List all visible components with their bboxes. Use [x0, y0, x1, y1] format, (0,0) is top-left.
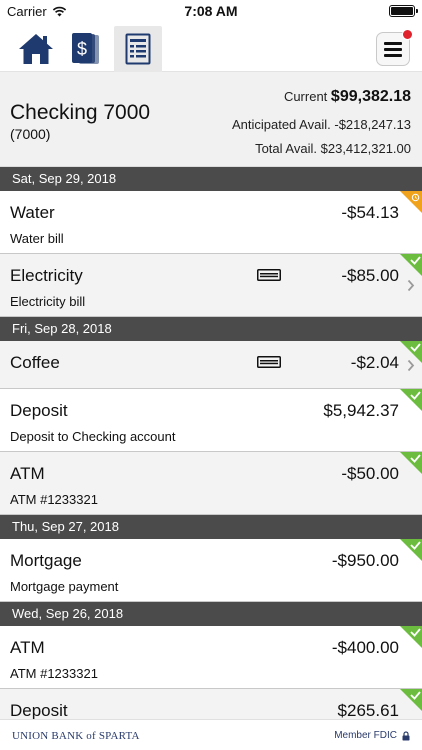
tab-money[interactable]: $: [62, 26, 110, 72]
account-name: Checking 7000: [10, 101, 151, 124]
status-time: 7:08 AM: [184, 3, 238, 19]
date-header: Wed, Sep 26, 2018: [0, 602, 422, 626]
transaction-amount: $265.61: [337, 701, 399, 719]
battery-icon: [389, 5, 418, 17]
account-summary: Checking 7000 (7000) Current $99,382.18 …: [0, 72, 422, 167]
transaction-row[interactable]: Mortgage -$950.00 Mortgage payment: [0, 539, 422, 602]
transaction-name: Coffee: [10, 353, 60, 372]
cleared-status-icon: [400, 539, 422, 561]
anticipated-balance: Anticipated Avail. -$218,247.13: [232, 117, 411, 132]
cleared-status-icon: [400, 626, 422, 648]
notification-badge: [402, 29, 413, 40]
transaction-row[interactable]: Deposit $5,942.37 Deposit to Checking ac…: [0, 389, 422, 452]
transaction-row[interactable]: ATM -$400.00 ATM #1233321: [0, 626, 422, 689]
transaction-amount: -$54.13: [341, 203, 399, 222]
account-number: (7000): [10, 126, 51, 142]
total-balance-label: Total Avail.: [255, 141, 317, 156]
status-bar: Carrier 7:08 AM: [0, 0, 422, 22]
footer: UNION BANK of SPARTA Member FDIC: [0, 719, 422, 750]
transaction-name: ATM: [10, 638, 45, 657]
transaction-row[interactable]: Coffee -$2.04: [0, 341, 422, 389]
hamburger-menu-icon: [384, 41, 402, 57]
transaction-row[interactable]: Deposit $265.61: [0, 689, 422, 719]
svg-text:$: $: [77, 39, 87, 59]
cleared-status-icon: [400, 341, 422, 363]
transaction-name: Deposit: [10, 401, 68, 420]
cleared-status-icon: [400, 689, 422, 711]
current-balance: Current $99,382.18: [284, 88, 411, 106]
transaction-description: Electricity bill: [10, 294, 86, 309]
card-icon: [257, 269, 281, 281]
fdic-label: Member FDIC: [334, 730, 397, 741]
date-header: Sat, Sep 29, 2018: [0, 167, 422, 191]
bank-logo-text: UNION BANK of SPARTA: [12, 730, 140, 742]
cleared-status-icon: [400, 254, 422, 276]
transaction-amount: $5,942.37: [323, 401, 399, 420]
date-header: Thu, Sep 27, 2018: [0, 515, 422, 539]
transaction-row[interactable]: Electricity -$85.00 Electricity bill: [0, 254, 422, 317]
register-icon: [125, 33, 151, 65]
menu-button[interactable]: [376, 29, 413, 66]
lock-icon: [402, 730, 410, 740]
transaction-name: Electricity: [10, 266, 83, 285]
tab-home[interactable]: [12, 26, 60, 72]
date-header: Fri, Sep 28, 2018: [0, 317, 422, 341]
transaction-description: ATM #1233321: [10, 666, 98, 681]
transaction-name: Water: [10, 203, 55, 222]
transaction-description: ATM #1233321: [10, 492, 98, 507]
total-balance: Total Avail. $23,412,321.00: [255, 141, 411, 156]
top-nav-bar: $: [0, 22, 422, 72]
cleared-status-icon: [400, 452, 422, 474]
cleared-status-icon: [400, 389, 422, 411]
current-balance-label: Current: [283, 89, 328, 104]
transaction-amount: -$85.00: [341, 266, 399, 285]
tab-register[interactable]: [114, 26, 162, 72]
transaction-amount: -$50.00: [341, 464, 399, 483]
transaction-description: Water bill: [10, 231, 64, 246]
transaction-list[interactable]: Sat, Sep 29, 2018 Water -$54.13 Water bi…: [0, 167, 422, 719]
transaction-row[interactable]: ATM -$50.00 ATM #1233321: [0, 452, 422, 515]
home-icon: [19, 34, 53, 64]
total-balance-value: $23,412,321.00: [320, 141, 411, 156]
card-icon: [257, 356, 281, 368]
money-icon: $: [72, 33, 99, 64]
transaction-row[interactable]: Water -$54.13 Water bill: [0, 191, 422, 254]
anticipated-balance-value: -$218,247.13: [334, 117, 411, 132]
transaction-description: Deposit to Checking account: [10, 429, 176, 444]
transaction-name: Deposit: [10, 701, 68, 719]
fdic-notice: Member FDIC: [334, 730, 410, 741]
current-balance-value: $99,382.18: [330, 88, 411, 105]
transaction-amount: -$400.00: [331, 638, 399, 657]
anticipated-balance-label: Anticipated Avail.: [231, 117, 331, 132]
chevron-right-icon: [407, 279, 415, 292]
transaction-amount: -$2.04: [350, 353, 399, 372]
transaction-amount: -$950.00: [331, 551, 399, 570]
transaction-name: Mortgage: [10, 551, 82, 570]
transaction-description: Mortgage payment: [10, 579, 119, 594]
pending-status-icon: [400, 191, 422, 213]
transaction-name: ATM: [10, 464, 45, 483]
